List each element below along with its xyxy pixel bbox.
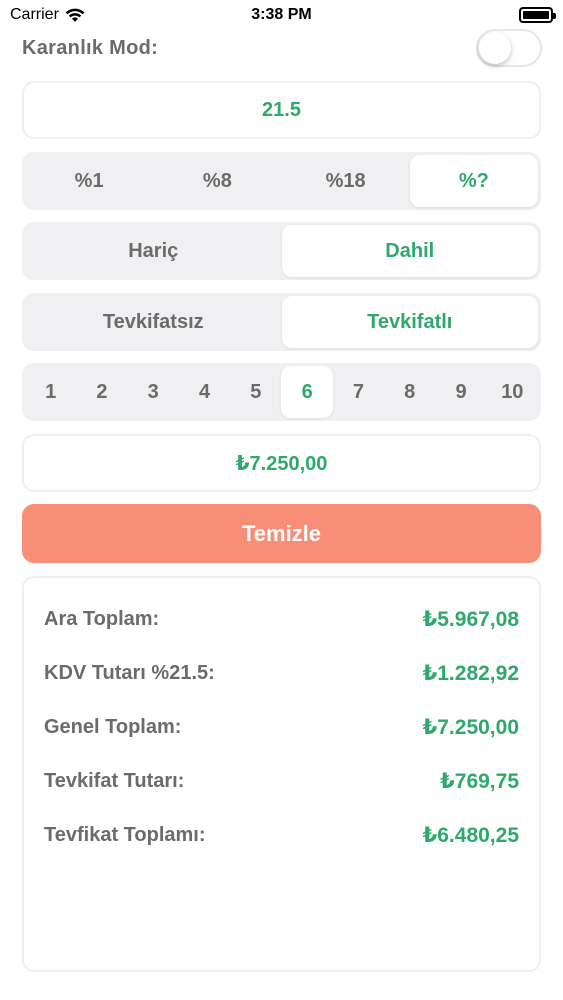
carrier-label: Carrier	[10, 6, 59, 23]
tax-mode-option[interactable]: Hariç	[25, 225, 282, 277]
withholding-mode-option[interactable]: Tevkifatlı	[281, 296, 538, 348]
withholding-ratio-option[interactable]: 10	[487, 366, 538, 418]
wifi-icon	[65, 8, 85, 22]
result-row: KDV Tutarı %21.5: ₺1.282,92	[44, 646, 519, 700]
result-label: Tevfikat Toplamı:	[44, 823, 206, 846]
amount-input[interactable]: ₺7.250,00	[22, 434, 541, 492]
dark-mode-row: Karanlık Mod:	[22, 29, 542, 67]
withholding-ratio-option[interactable]: 6	[281, 366, 333, 418]
dark-mode-label: Karanlık Mod:	[22, 36, 159, 59]
withholding-mode-option[interactable]: Tevkifatsız	[25, 296, 282, 348]
rate-option[interactable]: %18	[282, 155, 410, 207]
tax-mode-option[interactable]: Dahil	[281, 225, 538, 277]
withholding-ratio-option[interactable]: 2	[76, 366, 127, 418]
status-left: Carrier	[10, 6, 85, 24]
withholding-ratio-option[interactable]: 4	[179, 366, 230, 418]
withholding-ratio-option[interactable]: 5	[230, 366, 281, 418]
withholding-ratio-option[interactable]: 9	[435, 366, 486, 418]
result-value: ₺6.480,25	[422, 823, 519, 847]
rate-input[interactable]: 21.5	[22, 81, 541, 139]
results-panel: Ara Toplam: ₺5.967,08 KDV Tutarı %21.5: ₺1.…	[22, 576, 541, 972]
battery-icon	[519, 7, 556, 23]
result-label: KDV Tutarı %21.5:	[44, 661, 215, 684]
result-value: ₺7.250,00	[422, 715, 519, 739]
withholding-ratio-segmented-control: 1 2 3 4 5 6 7 8 9 10	[22, 363, 541, 421]
result-row: Tevfikat Toplamı: ₺6.480,25	[44, 808, 519, 862]
result-value: ₺1.282,92	[422, 661, 519, 685]
withholding-ratio-option[interactable]: 7	[333, 366, 384, 418]
rate-option[interactable]: %?	[409, 155, 538, 207]
status-bar: Carrier 3:38 PM	[0, 0, 563, 30]
tax-mode-segmented-control: Hariç Dahil	[22, 222, 541, 280]
toggle-knob	[479, 32, 511, 64]
withholding-ratio-option[interactable]: 1	[25, 366, 76, 418]
result-row: Tevkifat Tutarı: ₺769,75	[44, 754, 519, 808]
withholding-mode-segmented-control: Tevkifatsız Tevkifatlı	[22, 293, 541, 351]
withholding-ratio-option[interactable]: 8	[384, 366, 435, 418]
result-row: Ara Toplam: ₺5.967,08	[44, 592, 519, 646]
result-label: Ara Toplam:	[44, 607, 160, 630]
result-value: ₺5.967,08	[422, 607, 519, 631]
rate-segmented-control: %1 %8 %18%?	[22, 152, 541, 210]
result-label: Tevkifat Tutarı:	[44, 769, 185, 792]
result-label: Genel Toplam:	[44, 715, 182, 738]
clear-button[interactable]: Temizle	[22, 504, 541, 563]
rate-option[interactable]: %8	[153, 155, 281, 207]
result-row: Genel Toplam: ₺7.250,00	[44, 700, 519, 754]
result-value: ₺769,75	[440, 769, 519, 793]
withholding-ratio-option[interactable]: 3	[128, 366, 179, 418]
rate-option[interactable]: %1	[25, 155, 153, 207]
dark-mode-toggle[interactable]	[476, 29, 542, 67]
